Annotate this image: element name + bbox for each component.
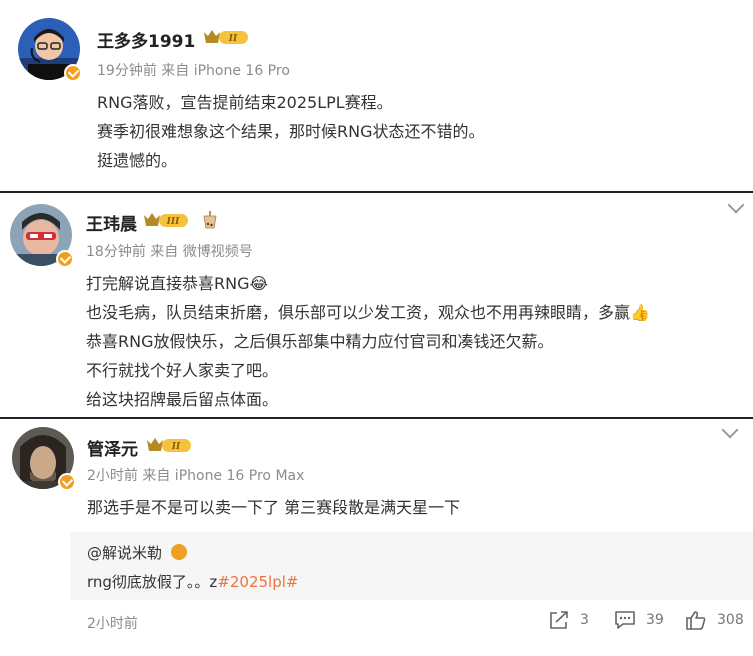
post-line: 那选手是不是可以卖一下了 第三赛段散是满天星一下 bbox=[87, 498, 461, 517]
quoted-text: rng彻底放假了。。z bbox=[87, 573, 218, 591]
repost-button[interactable]: 3 bbox=[548, 610, 589, 630]
post-time: 2小时前 bbox=[87, 616, 138, 632]
post-body: RNG落败，宣告提前结束2025LPL赛程。 赛季初很难想象这个结果，那时候RN… bbox=[97, 88, 485, 175]
post-line: 也没毛病，队员结束折磨，俱乐部可以少发工资，观众也不用再辣眼睛，多赢👍 bbox=[86, 303, 650, 322]
chevron-down-icon[interactable] bbox=[721, 421, 739, 439]
level-text: III bbox=[166, 217, 180, 227]
hashtag-link[interactable]: #2025lpl# bbox=[217, 573, 298, 591]
post-line: 挺遗憾的。 bbox=[97, 151, 178, 170]
quoted-author[interactable]: @解说米勒 bbox=[87, 544, 162, 562]
verified-badge-icon bbox=[170, 544, 187, 560]
avatar[interactable] bbox=[10, 204, 74, 268]
share-icon bbox=[550, 611, 568, 629]
post-line: 赛季初很难想象这个结果，那时候RNG状态还不错的。 bbox=[97, 122, 485, 141]
comment-count: 39 bbox=[646, 612, 664, 628]
level-text: II bbox=[171, 442, 181, 452]
verified-badge-icon bbox=[64, 64, 82, 82]
avatar[interactable] bbox=[12, 427, 76, 491]
weibo-feed-screenshot: 王多多1991 II 19分钟前 来自 iPhone 16 Pro RNG落败，… bbox=[0, 0, 753, 656]
verified-badge-icon bbox=[58, 473, 76, 491]
post-line: 不行就找个好人家卖了吧。 bbox=[86, 361, 279, 380]
user-name[interactable]: 王玮晨 bbox=[86, 210, 137, 235]
user-name[interactable]: 王多多1991 bbox=[97, 27, 195, 52]
chevron-down-icon[interactable] bbox=[727, 196, 745, 214]
repost-count: 3 bbox=[580, 612, 589, 628]
quoted-post[interactable]: @解说米勒 rng彻底放假了。。z#2025lpl# bbox=[70, 532, 753, 600]
level-text: II bbox=[228, 34, 238, 44]
post-line: 打完解说直接恭喜RNG😂 bbox=[86, 274, 269, 293]
like-count: 308 bbox=[717, 612, 744, 628]
avatar[interactable] bbox=[18, 18, 82, 82]
quoted-author-row: @解说米勒 bbox=[87, 542, 187, 563]
post-line: 恭喜RNG放假快乐，之后俱乐部集中精力应付官司和凑钱还欠薪。 bbox=[86, 332, 554, 351]
level-badge-icon: III bbox=[142, 211, 190, 229]
verified-badge-icon bbox=[56, 250, 74, 268]
level-badge-icon: II bbox=[145, 436, 193, 454]
post-meta: 18分钟前 来自 微博视频号 bbox=[86, 244, 253, 260]
post-meta: 2小时前 来自 iPhone 16 Pro Max bbox=[87, 468, 305, 484]
comment-button[interactable]: 39 bbox=[614, 610, 664, 630]
thumbs-up-icon bbox=[686, 611, 706, 630]
like-button[interactable]: 308 bbox=[685, 610, 744, 630]
post-body: 打完解说直接恭喜RNG😂 也没毛病，队员结束折磨，俱乐部可以少发工资，观众也不用… bbox=[86, 269, 650, 414]
user-name[interactable]: 管泽元 bbox=[87, 435, 138, 460]
post-wangweichen: 王玮晨 III 18分钟前 来自 微博视频号 打完解说直接恭喜RNG😂 也没毛病… bbox=[0, 193, 753, 417]
bubble-tea-icon bbox=[203, 211, 217, 233]
post-body: 那选手是不是可以卖一下了 第三赛段散是满天星一下 bbox=[87, 493, 460, 522]
post-line: 给这块招牌最后留点体面。 bbox=[86, 390, 279, 409]
post-line: RNG落败，宣告提前结束2025LPL赛程。 bbox=[97, 93, 393, 112]
quoted-text-row: rng彻底放假了。。z#2025lpl# bbox=[87, 571, 298, 592]
post-wangduoduo: 王多多1991 II 19分钟前 来自 iPhone 16 Pro RNG落败，… bbox=[0, 0, 753, 191]
comment-icon bbox=[615, 611, 635, 629]
level-badge-icon: II bbox=[202, 28, 250, 46]
post-meta: 19分钟前 来自 iPhone 16 Pro bbox=[97, 63, 290, 79]
